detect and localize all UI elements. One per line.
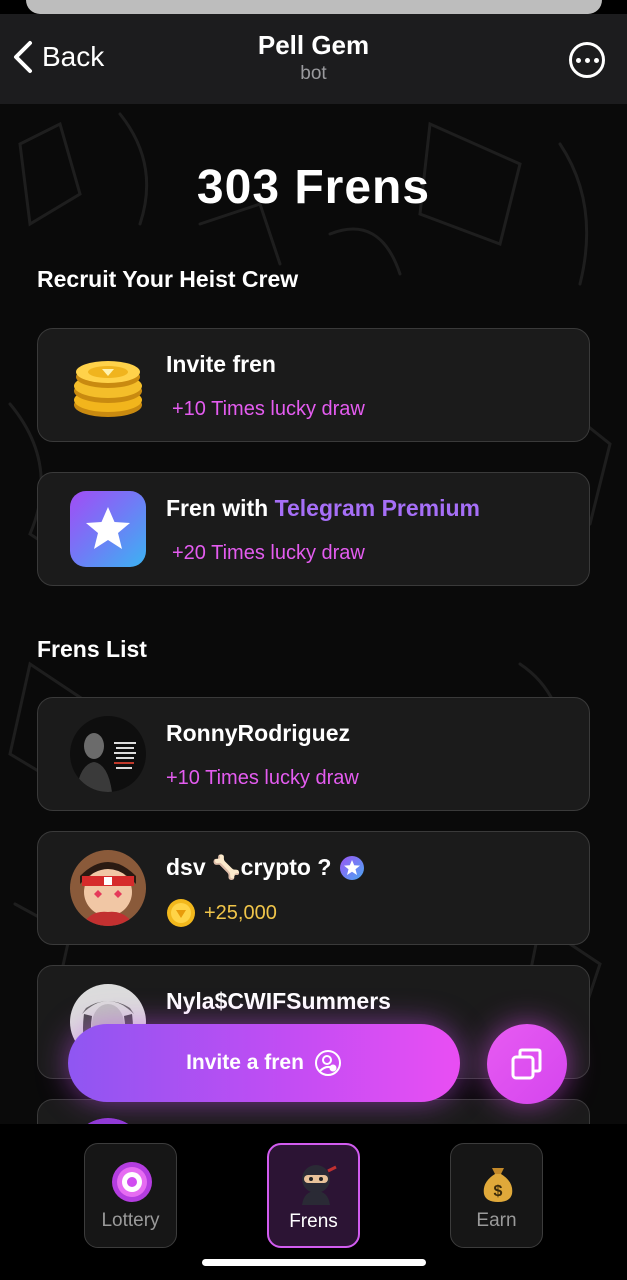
nav-item-earn[interactable]: $ Earn [450,1143,543,1248]
fren-name: RonnyRodriguez [166,720,350,746]
nav-label: Lottery [101,1210,160,1231]
frens-count-heading: 303 Frens [196,161,431,214]
invite-a-fren-button[interactable]: Invite a fren [68,1024,460,1102]
money-bag-icon: $ [483,1168,513,1202]
fren-name: Nyla$CWIFSummers [166,988,391,1014]
fren-list-item[interactable] [37,1099,590,1124]
invite-fren-reward: +10 Times lucky draw [172,398,365,420]
premium-fren-title: Fren with Telegram Premium [166,495,480,521]
home-indicator [202,1259,426,1266]
invite-a-fren-label: Invite a fren [186,1051,304,1074]
fren-list-item[interactable]: dsv 🦴crypto ? +25,000 [37,831,590,945]
sheet-handle [26,0,602,14]
recruit-section-title: Recruit Your Heist Crew [37,266,299,292]
fren-reward-row: +25,000 [166,898,277,928]
premium-star-badge-icon [340,855,365,880]
gold-coins-icon [74,361,142,417]
invite-fren-title: Invite fren [166,351,276,377]
bottom-nav: Lottery Frens $ Earn [0,1124,627,1280]
fren-reward: +25,000 [204,901,277,924]
nav-label: Earn [476,1210,517,1231]
ninja-icon [302,1165,337,1205]
svg-text:$: $ [494,1183,503,1200]
page-title: Pell Gem [257,30,370,60]
avatar [70,850,146,926]
telegram-premium-label: Telegram Premium [274,495,480,521]
lottery-wheel-icon [112,1162,152,1202]
nav-item-frens[interactable]: Frens [267,1143,360,1248]
more-options-icon[interactable] [569,42,605,78]
frens-list-title: Frens List [37,636,147,662]
title-block: Pell Gem bot [0,30,627,85]
premium-fren-card[interactable]: Fren with Telegram Premium +20 Times luc… [37,472,590,586]
fren-name: dsv 🦴crypto ? [166,854,332,880]
top-bar: Back Pell Gem bot [0,14,627,104]
gem-coin-icon [167,899,195,927]
premium-fren-reward: +20 Times lucky draw [172,542,365,564]
fren-name-row: dsv 🦴crypto ? [166,854,365,881]
page-subtitle: bot [300,63,327,84]
invite-fren-card[interactable]: Invite fren +10 Times lucky draw [37,328,590,442]
nav-label: Frens [289,1211,338,1232]
nav-item-lottery[interactable]: Lottery [84,1143,177,1248]
telegram-premium-star-icon [70,491,146,567]
fren-list-item[interactable]: RonnyRodriguez +10 Times lucky draw [37,697,590,811]
avatar [70,716,146,792]
copy-link-button[interactable] [487,1024,567,1104]
add-user-icon [314,1050,341,1076]
main-content[interactable]: 303 Frens Recruit Your Heist Crew Invite… [0,104,627,1124]
fren-reward: +10 Times lucky draw [166,767,359,789]
copy-icon [511,1048,542,1080]
